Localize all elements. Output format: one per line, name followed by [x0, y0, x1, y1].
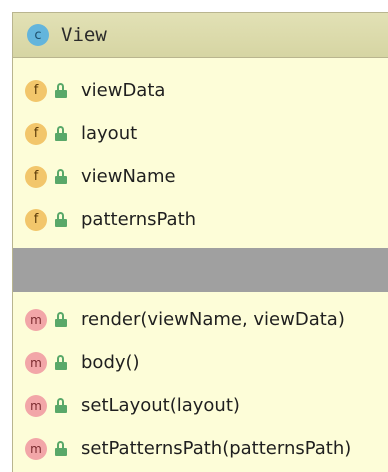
lock-icon [55, 440, 69, 457]
lock-icon [55, 354, 69, 371]
method-name: body() [81, 352, 140, 373]
method-icon: m [25, 308, 47, 331]
class-diagram-box: c View f viewData f layout f viewName f … [12, 12, 388, 472]
lock-icon [55, 82, 69, 99]
method-icon: m [25, 394, 47, 417]
method-row[interactable]: m setPatternsPath(patternsPath) [13, 427, 388, 470]
lock-icon [55, 168, 69, 185]
methods-section: m render(viewName, viewData) m body() m … [13, 298, 388, 470]
field-name: viewData [81, 80, 166, 101]
class-icon: c [27, 24, 49, 46]
class-icon-letter: c [34, 27, 42, 43]
class-name: View [61, 24, 107, 46]
method-row[interactable]: m render(viewName, viewData) [13, 298, 388, 341]
field-row[interactable]: f viewData [13, 69, 388, 112]
field-row[interactable]: f layout [13, 112, 388, 155]
lock-icon [55, 397, 69, 414]
lock-icon [55, 211, 69, 228]
method-row[interactable]: m body() [13, 341, 388, 384]
field-name: layout [81, 123, 138, 144]
method-name: render(viewName, viewData) [81, 309, 345, 330]
field-icon: f [25, 165, 47, 188]
field-row[interactable]: f viewName [13, 155, 388, 198]
lock-icon [55, 311, 69, 328]
method-row[interactable]: m setLayout(layout) [13, 384, 388, 427]
class-header[interactable]: c View [13, 13, 388, 58]
fields-section: f viewData f layout f viewName f pattern… [13, 69, 388, 241]
field-icon: f [25, 208, 47, 231]
method-name: setLayout(layout) [81, 395, 240, 416]
lock-icon [55, 125, 69, 142]
field-name: viewName [81, 166, 176, 187]
field-icon: f [25, 122, 47, 145]
field-row[interactable]: f patternsPath [13, 198, 388, 241]
method-icon: m [25, 437, 47, 460]
method-icon: m [25, 351, 47, 374]
section-divider [13, 248, 388, 292]
field-icon: f [25, 79, 47, 102]
field-name: patternsPath [81, 209, 197, 230]
